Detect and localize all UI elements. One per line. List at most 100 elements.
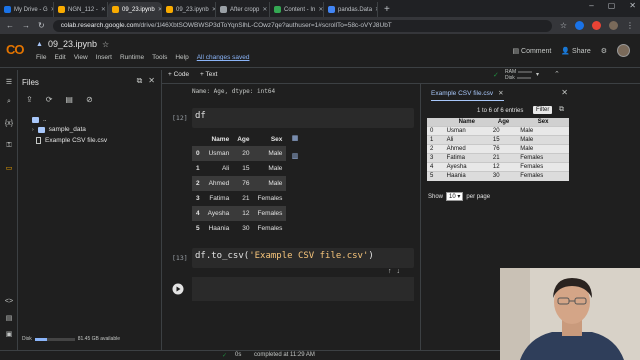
browser-tab-label: Content - In (284, 6, 316, 13)
runtime-check-icon: ✓ (493, 72, 499, 79)
maximize-icon[interactable]: ▢ (608, 1, 616, 10)
table-cell: 76 (489, 144, 518, 154)
extension-icon[interactable] (575, 21, 584, 30)
folder-icon[interactable]: ▭ (4, 164, 14, 174)
extension-icon[interactable] (592, 21, 601, 30)
gear-icon[interactable]: ⚙ (601, 47, 607, 55)
menu-item-help[interactable]: Help (175, 54, 188, 61)
table-cell: Ayesha (443, 162, 490, 172)
comment-button[interactable]: ▤ Comment (512, 47, 551, 55)
file-tree-item-sample-data[interactable]: › sample_data (32, 126, 86, 133)
browser-tab[interactable]: 09_23.ipynb✕ (162, 2, 216, 17)
address-bar: ← → ↻ colab.research.google.com /drive/1… (0, 17, 640, 34)
add-text-button[interactable]: + Text (200, 71, 217, 78)
avatar[interactable] (617, 44, 630, 57)
browser-menu-icon[interactable]: ⋮ (626, 21, 634, 30)
colab-logo-text: CO (6, 42, 24, 57)
minimize-icon[interactable]: – (589, 1, 593, 10)
upload-icon[interactable]: ⇪ (26, 95, 33, 104)
table-row: 0 Usman 20 Male (427, 126, 569, 136)
close-tab-icon[interactable]: ✕ (498, 90, 503, 97)
close-panel-icon[interactable]: ✕ (561, 88, 568, 97)
forward-icon[interactable]: → (22, 21, 30, 30)
back-icon[interactable]: ← (6, 21, 14, 30)
new-tab-icon[interactable]: + (384, 2, 390, 17)
notebook-title[interactable]: 09_23.ipynb (48, 39, 97, 49)
close-tab-icon[interactable]: ✕ (262, 6, 267, 13)
menu-icon[interactable]: ☰ (4, 78, 14, 88)
column-header[interactable] (427, 118, 444, 127)
menu-item-tools[interactable]: Tools (152, 54, 167, 61)
chart-suggest-icon[interactable]: ▥ (290, 152, 300, 162)
browser-tab-label: My Drive - G (14, 6, 48, 13)
variables-icon[interactable]: {x} (4, 120, 14, 130)
chevron-down-icon[interactable]: ▾ (536, 71, 539, 78)
refresh-folder-icon[interactable]: ⟳ (46, 95, 53, 104)
file-label: .. (43, 116, 47, 123)
menu-bar: File Edit View Insert Runtime Tools Help All ch… (36, 54, 249, 61)
run-cell-icon[interactable] (172, 283, 184, 295)
table-cell: Females (257, 195, 283, 202)
row-index: 4 (192, 206, 204, 221)
close-icon[interactable]: ✕ (148, 76, 155, 86)
browser-tab[interactable]: pandas.Data✕ (324, 2, 378, 17)
browser-tab[interactable]: After cropp ✕ (216, 2, 270, 17)
browser-tab[interactable]: My Drive - G✕ (0, 2, 54, 17)
menu-item-insert[interactable]: Insert (96, 54, 112, 61)
close-tab-icon[interactable]: ✕ (101, 6, 106, 13)
search-icon[interactable]: ⌕ (4, 98, 14, 108)
terminal-icon[interactable]: ▣ (4, 330, 14, 340)
menu-item-runtime[interactable]: Runtime (120, 54, 144, 61)
filter-button[interactable]: Filter (533, 106, 553, 114)
page-size-select[interactable]: 10 ▾ (446, 192, 464, 201)
browser-tab[interactable]: NGN_112 - ✕ (54, 2, 108, 17)
file-tree-item-parent[interactable]: .. (32, 116, 47, 123)
new-tab-icon[interactable]: ⧉ (137, 76, 143, 86)
mount-drive-icon[interactable]: ▤ (65, 95, 73, 104)
close-window-icon[interactable]: ✕ (629, 1, 636, 10)
file-tree-item-csv[interactable]: Example CSV file.csv (36, 137, 107, 144)
table-cell: Females (517, 153, 569, 163)
browser-tab[interactable]: Content - In ✕ (270, 2, 324, 17)
column-header[interactable]: Name (443, 118, 490, 127)
code-editor[interactable]: df.to_csv('Example CSV file.csv') (192, 248, 414, 268)
empty-code-cell[interactable] (172, 277, 414, 301)
command-palette-icon[interactable]: ▤ (4, 314, 14, 324)
colab-logo[interactable]: CO (6, 42, 24, 57)
hide-files-icon[interactable]: ⊘ (86, 95, 93, 104)
move-up-icon[interactable]: ↑ (388, 268, 392, 275)
comment-label: Comment (521, 47, 552, 55)
table-options-icon[interactable]: ⧉ (559, 106, 564, 114)
menu-item-file[interactable]: File (36, 54, 46, 61)
chevron-up-icon[interactable]: ⌃ (554, 70, 560, 78)
add-code-button[interactable]: + Code (168, 71, 189, 78)
menu-item-view[interactable]: View (74, 54, 88, 61)
share-button[interactable]: 👤 Share (561, 47, 590, 55)
status-completed: completed at 11:29 AM (254, 352, 315, 358)
url-field[interactable]: colab.research.google.com /drive/1l46Xbt… (52, 19, 552, 32)
code-editor[interactable]: df (192, 108, 414, 128)
column-header[interactable]: Age (489, 118, 518, 127)
resource-monitor[interactable]: RAM Disk (505, 69, 533, 81)
browser-tab[interactable]: 09_23.ipynb✕ (108, 2, 162, 17)
table-cell: 21 (489, 153, 518, 163)
chevron-right-icon: › (32, 126, 34, 133)
table-convert-icon[interactable]: ▦ (290, 134, 300, 144)
browser-tab-label: After cropp (230, 6, 260, 13)
column-header[interactable]: Sex (517, 118, 569, 127)
star-icon[interactable]: ☆ (560, 21, 567, 30)
close-tab-icon[interactable]: ✕ (375, 6, 377, 13)
profile-avatar[interactable] (609, 21, 618, 30)
notebook-area: Name: Age, dtype: int64 [12] df Name Age S… (162, 84, 420, 350)
tab-csv-file[interactable]: Example CSV file.csv ✕ (431, 89, 504, 101)
menu-item-edit[interactable]: Edit (54, 54, 65, 61)
files-title: Files (22, 78, 39, 87)
reload-icon[interactable]: ↻ (38, 21, 45, 30)
code-snippets-icon[interactable]: <> (4, 298, 14, 308)
save-status-link[interactable]: All changes saved (197, 54, 250, 61)
key-icon[interactable]: ⚿ (4, 142, 14, 152)
close-tab-icon[interactable]: ✕ (318, 6, 323, 13)
page-size-row: Show 10 ▾ per page (428, 192, 490, 201)
star-icon[interactable]: ☆ (102, 40, 109, 49)
move-down-icon[interactable]: ↓ (397, 268, 401, 275)
